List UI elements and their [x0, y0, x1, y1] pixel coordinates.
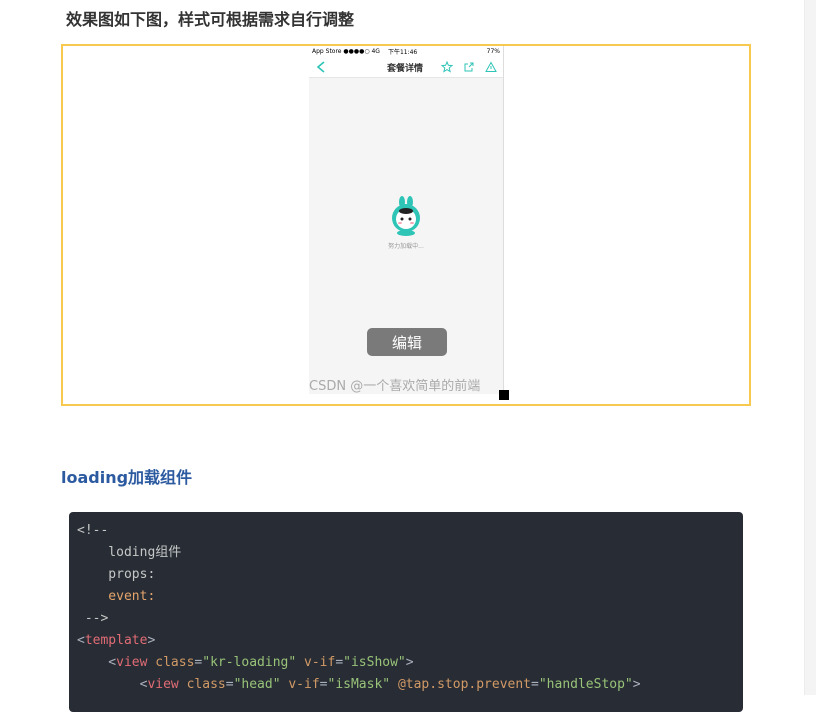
code-token: > [405, 655, 414, 670]
status-carrier: App Store ●●●●○ 4G [312, 47, 380, 55]
code-token: template [84, 633, 148, 648]
phone-nav-bar: 套餐详情 [309, 56, 503, 78]
loading-mascot-icon [392, 196, 420, 236]
status-battery: 77% [486, 47, 500, 55]
code-line: <view class="kr-loading" v-if="isShow"> [77, 652, 735, 674]
image-resize-handle[interactable] [499, 390, 509, 400]
status-time: 下午11:46 [387, 48, 418, 56]
page-scrollbar[interactable] [804, 0, 816, 695]
code-token: < [77, 655, 117, 670]
code-token: "handleStop" [538, 677, 633, 692]
csdn-watermark: CSDN @一个喜欢简单的前端 [309, 379, 481, 394]
code-block[interactable]: <!-- loding组件 props: event: --> <templat… [69, 512, 743, 712]
code-token: = [335, 655, 344, 670]
screenshot-image-frame: App Store ●●●●○ 4G 下午11:46 77% 套餐详情 努力加载… [61, 44, 751, 406]
code-token: = [319, 677, 328, 692]
warning-icon [485, 61, 497, 72]
edit-button[interactable]: 编辑 [367, 328, 447, 356]
code-token: = [531, 677, 539, 692]
code-token: v-if [296, 655, 336, 670]
code-token: "isShow" [343, 655, 406, 670]
code-line: props: [77, 567, 156, 582]
code-token: "head" [233, 677, 281, 692]
section-heading: loading加载组件 [61, 468, 193, 487]
phone-status-bar: App Store ●●●●○ 4G 下午11:46 77% [309, 46, 503, 56]
code-token: class [147, 655, 195, 670]
code-line: --> [77, 611, 109, 626]
code-token: v-if [280, 677, 320, 692]
code-token: > [147, 633, 156, 648]
code-line: event: [77, 589, 156, 604]
code-token: < [77, 633, 85, 648]
code-token: < [77, 677, 148, 692]
code-token: "kr-loading" [202, 655, 297, 670]
nav-title: 套餐详情 [387, 64, 424, 74]
code-line: loding组件 [77, 545, 182, 560]
code-line: <!-- [77, 523, 109, 538]
share-icon [464, 62, 474, 72]
code-token: @tap.stop.prevent [390, 677, 532, 692]
code-token: "isMask" [327, 677, 391, 692]
star-icon [441, 61, 453, 73]
intro-text: 效果图如下图，样式可根据需求自行调整 [66, 10, 355, 29]
code-token: class [178, 677, 226, 692]
loading-text: 努力加载中... [388, 243, 424, 250]
code-token: = [225, 677, 234, 692]
code-token: view [116, 655, 148, 670]
back-arrow-icon [316, 61, 325, 73]
code-token: view [147, 677, 179, 692]
code-line: <view class="head" v-if="isMask" @tap.st… [77, 674, 735, 696]
phone-screenshot: App Store ●●●●○ 4G 下午11:46 77% 套餐详情 努力加载… [309, 46, 504, 394]
code-token: > [632, 677, 641, 692]
code-line: <template> [77, 630, 735, 652]
